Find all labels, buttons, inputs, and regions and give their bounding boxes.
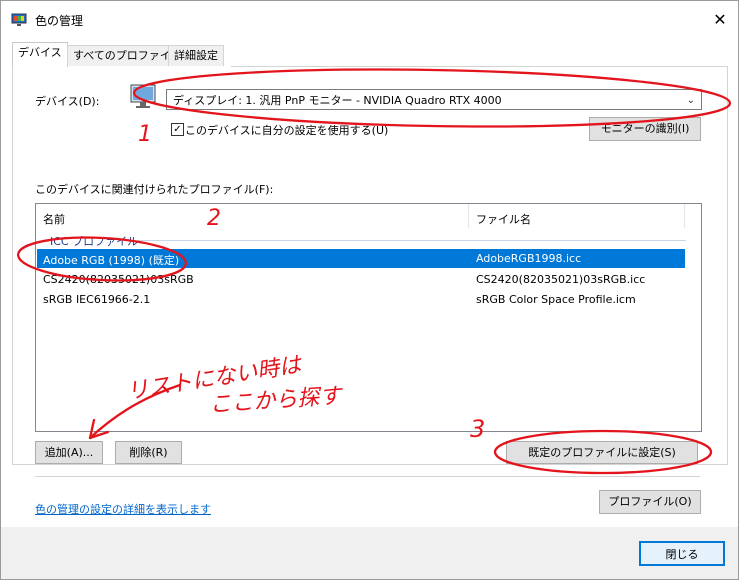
close-icon[interactable]: ✕	[705, 5, 735, 35]
profiles-section-label: このデバイスに関連付けられたプロファイル(F):	[35, 183, 274, 196]
column-header-filename[interactable]: ファイル名	[476, 211, 531, 227]
profiles-button[interactable]: プロファイル(O)	[599, 490, 701, 514]
profile-file: CS2420(82035021)03sRGB.icc	[476, 273, 646, 286]
table-row[interactable]: CS2420(82035021)03sRGB CS2420(82035021)0…	[37, 270, 685, 289]
title-bar: 色の管理 ✕	[1, 1, 738, 39]
device-label: デバイス(D):	[35, 95, 100, 108]
remove-profile-button[interactable]: 削除(R)	[115, 441, 182, 464]
profile-name: sRGB IEC61966-2.1	[43, 293, 151, 306]
device-select[interactable]: ディスプレイ: 1. 汎用 PnP モニター - NVIDIA Quadro R…	[166, 89, 702, 110]
color-management-window: 色の管理 ✕ デバイス すべてのプロファイル 詳細設定 デバイス(D): ディス…	[0, 0, 739, 580]
tab-advanced[interactable]: 詳細設定	[168, 45, 224, 66]
tab-devices[interactable]: デバイス	[12, 42, 68, 67]
column-header-name[interactable]: 名前	[43, 211, 65, 227]
table-row[interactable]: sRGB IEC61966-2.1 sRGB Color Space Profi…	[37, 290, 685, 309]
color-management-icon	[11, 13, 27, 26]
profile-name: Adobe RGB (1998) (既定)	[43, 254, 180, 267]
color-management-details-link[interactable]: 色の管理の設定の詳細を表示します	[35, 501, 211, 517]
dialog-button-bar	[1, 527, 738, 579]
profiles-list[interactable]: 名前 ファイル名 ICC プロファイル Adobe RGB (1998) (既定…	[35, 203, 702, 432]
set-default-profile-button[interactable]: 既定のプロファイルに設定(S)	[506, 441, 698, 464]
identify-monitors-button[interactable]: モニターの識別(I)	[589, 117, 701, 141]
monitor-icon	[130, 84, 156, 108]
close-button[interactable]: 閉じる	[639, 541, 725, 566]
add-profile-button[interactable]: 追加(A)...	[35, 441, 103, 464]
profile-name: CS2420(82035021)03sRGB	[43, 273, 194, 286]
use-my-settings-label[interactable]: このデバイスに自分の設定を使用する(U)	[185, 122, 388, 138]
device-select-value: ディスプレイ: 1. 汎用 PnP モニター - NVIDIA Quadro R…	[173, 94, 502, 107]
window-title: 色の管理	[35, 14, 84, 28]
checkbox-checked-icon[interactable]: ✓	[171, 123, 184, 136]
profile-file: sRGB Color Space Profile.icm	[476, 293, 636, 306]
group-divider	[138, 240, 686, 241]
icc-group-label: ICC プロファイル	[50, 235, 139, 248]
table-row[interactable]: Adobe RGB (1998) (既定) AdobeRGB1998.icc	[37, 249, 685, 268]
profile-file: AdobeRGB1998.icc	[476, 252, 582, 265]
divider	[35, 476, 700, 477]
chevron-down-icon: ⌄	[686, 95, 695, 106]
column-separator[interactable]	[468, 204, 469, 228]
column-separator	[684, 204, 685, 228]
